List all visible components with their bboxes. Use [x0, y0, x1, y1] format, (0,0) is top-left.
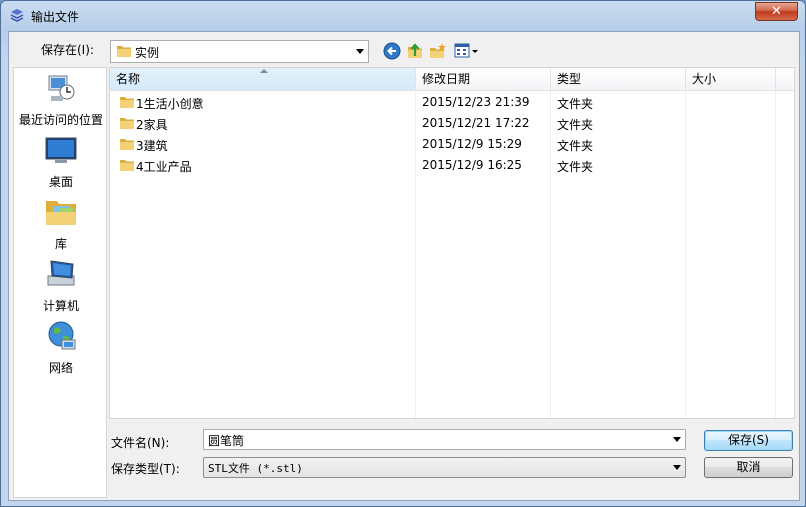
app-logo-icon	[10, 9, 24, 22]
file-modified: 2015/12/21 17:22	[422, 116, 530, 130]
back-icon[interactable]	[383, 42, 401, 60]
view-menu-icon[interactable]	[454, 42, 480, 60]
save-in-label: 保存在(I):	[41, 43, 94, 57]
save-dialog-window: 输出文件 ✕ 保存在(I): 实例 最近访问的位置 桌面 库 计算机 网络 名称…	[0, 0, 806, 507]
file-type: 文件夹	[557, 118, 594, 132]
file-row[interactable]: 1生活小创意 2015/12/23 21:39 文件夹	[110, 92, 794, 113]
column-header-type[interactable]: 类型	[551, 68, 686, 91]
filename-input[interactable]: 圆笔筒	[203, 429, 686, 450]
places-bar: 最近访问的位置 桌面 库 计算机 网络	[13, 67, 107, 498]
file-name: 4工业产品	[136, 160, 192, 174]
network-globe-icon	[48, 321, 76, 350]
chevron-down-icon[interactable]	[673, 437, 681, 442]
file-name: 3建筑	[136, 139, 168, 153]
folder-icon	[120, 118, 134, 129]
place-label: 库	[54, 237, 67, 251]
place-desktop[interactable]: 桌面	[14, 134, 108, 190]
place-recent[interactable]: 最近访问的位置	[14, 72, 108, 128]
title-bar[interactable]: 输出文件 ✕	[1, 1, 805, 30]
place-label: 桌面	[48, 175, 73, 189]
file-name: 1生活小创意	[136, 97, 204, 111]
file-type: 文件夹	[557, 97, 594, 111]
file-name: 2家具	[136, 118, 168, 132]
save-in-dropdown[interactable]: 实例	[110, 40, 369, 63]
chevron-down-icon	[673, 465, 681, 470]
place-computer[interactable]: 计算机	[14, 258, 108, 314]
save-in-value: 实例	[135, 46, 160, 60]
place-library[interactable]: 库	[14, 196, 108, 252]
desktop-icon	[45, 137, 77, 163]
file-modified: 2015/12/9 16:25	[422, 158, 522, 172]
file-row[interactable]: 3建筑 2015/12/9 15:29 文件夹	[110, 134, 794, 155]
column-header-modified[interactable]: 修改日期	[416, 68, 551, 91]
dialog-client-area: 保存在(I): 实例 最近访问的位置 桌面 库 计算机 网络 名称 修改日期 类…	[8, 31, 800, 501]
column-header-size[interactable]: 大小	[686, 68, 776, 91]
new-folder-icon[interactable]	[429, 42, 447, 60]
up-folder-icon[interactable]	[406, 42, 424, 60]
window-title: 输出文件	[31, 10, 80, 24]
column-header-name[interactable]: 名称	[110, 68, 416, 91]
close-icon: ✕	[771, 4, 782, 19]
folder-icon	[120, 139, 134, 150]
filetype-select[interactable]: STL文件 (*.stl)	[203, 457, 686, 478]
filetype-label: 保存类型(T):	[111, 462, 180, 476]
place-label: 最近访问的位置	[18, 113, 103, 127]
computer-icon	[47, 260, 75, 286]
file-list[interactable]: 名称 修改日期 类型 大小 1生活小创意 2015/12/23 21:39 文件…	[109, 67, 795, 419]
sort-ascending-icon	[260, 69, 268, 73]
place-label: 计算机	[42, 299, 79, 313]
column-header-filler	[776, 68, 794, 91]
folder-icon	[120, 160, 134, 171]
file-row[interactable]: 2家具 2015/12/21 17:22 文件夹	[110, 113, 794, 134]
file-type: 文件夹	[557, 139, 594, 153]
folder-icon	[120, 97, 134, 108]
recent-places-icon	[48, 75, 75, 101]
file-row[interactable]: 4工业产品 2015/12/9 16:25 文件夹	[110, 155, 794, 176]
file-modified: 2015/12/23 21:39	[422, 95, 530, 109]
filetype-value: STL文件 (*.stl)	[208, 462, 303, 475]
file-type: 文件夹	[557, 160, 594, 174]
filename-value: 圆笔筒	[208, 434, 245, 448]
folder-icon	[117, 46, 131, 57]
save-button[interactable]: 保存(S)	[704, 430, 793, 451]
place-label: 网络	[48, 361, 73, 375]
place-network[interactable]: 网络	[14, 320, 108, 376]
close-button[interactable]: ✕	[755, 2, 798, 21]
chevron-down-icon	[356, 49, 364, 54]
file-modified: 2015/12/9 15:29	[422, 137, 522, 151]
filename-label: 文件名(N):	[111, 436, 170, 450]
cancel-button[interactable]: 取消	[704, 457, 793, 478]
library-icon	[46, 201, 76, 225]
